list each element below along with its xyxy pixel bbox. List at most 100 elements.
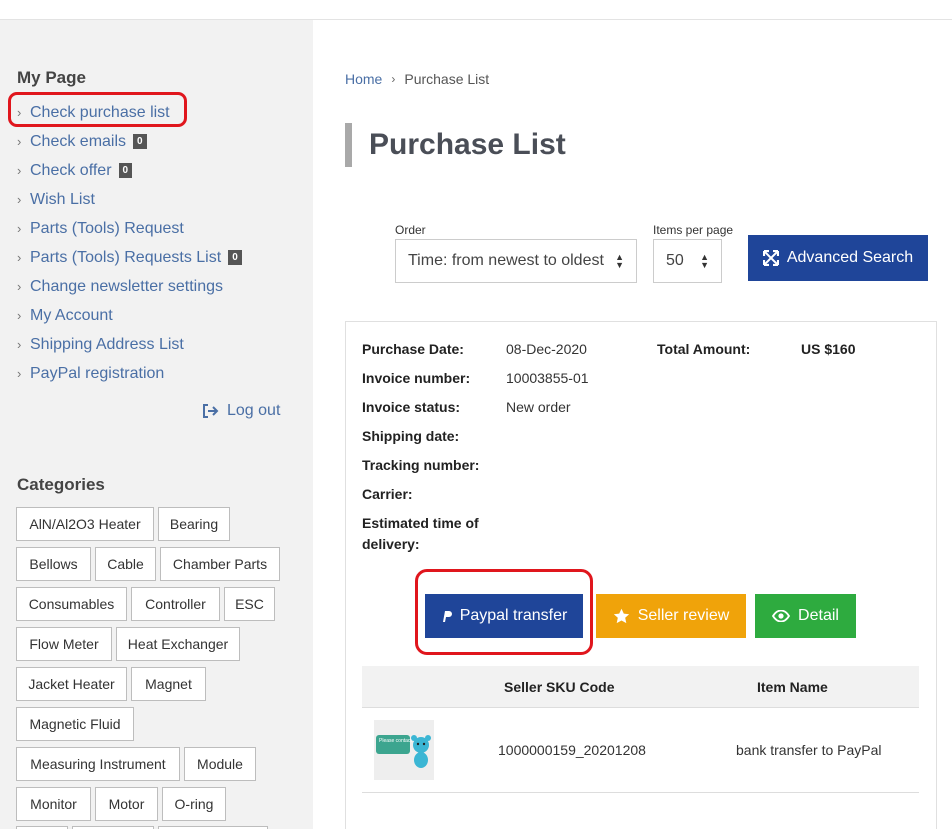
highlight-annotation bbox=[415, 569, 593, 655]
cell-seller-sku: 1000000159_20201208 bbox=[498, 742, 646, 758]
page-title: Purchase List bbox=[369, 128, 566, 161]
purchase-card: Purchase Date: 08-Dec-2020 Total Amount:… bbox=[345, 321, 937, 829]
expand-arrows-icon bbox=[762, 250, 779, 266]
purchase-date-label: Purchase Date: bbox=[362, 341, 464, 357]
menu-wish-list[interactable]: › Wish List bbox=[17, 185, 242, 214]
category-tag[interactable]: Flow Meter bbox=[16, 627, 112, 661]
chevron-right-icon: › bbox=[17, 134, 22, 149]
category-tag[interactable]: Module bbox=[184, 747, 256, 781]
category-tag[interactable]: Magnetic Fluid bbox=[16, 707, 134, 741]
per-page-label: Items per page bbox=[653, 223, 734, 237]
invoice-status-label: Invoice status: bbox=[362, 399, 461, 415]
category-tag[interactable]: Consumables bbox=[16, 587, 127, 621]
menu-check-offer[interactable]: › Check offer 0 bbox=[17, 156, 242, 185]
detail-label: Detail bbox=[798, 607, 839, 624]
title-accent-bar bbox=[345, 123, 352, 167]
category-tag[interactable]: Cable bbox=[95, 547, 156, 581]
total-amount-value: US $160 bbox=[801, 341, 856, 357]
menu-label: Check offer bbox=[30, 161, 112, 179]
seller-review-button[interactable]: Seller review bbox=[596, 594, 746, 638]
category-tag[interactable]: Chamber Parts bbox=[160, 547, 280, 581]
detail-button[interactable]: Detail bbox=[755, 594, 856, 638]
count-badge: 0 bbox=[228, 250, 242, 265]
category-tag[interactable]: Controller bbox=[131, 587, 220, 621]
items-table-header: Seller SKU Code Item Name bbox=[362, 666, 919, 708]
logout-link[interactable]: Log out bbox=[202, 402, 280, 420]
chevron-right-icon: › bbox=[17, 221, 22, 236]
menu-parts-request[interactable]: › Parts (Tools) Request bbox=[17, 214, 242, 243]
count-badge: 0 bbox=[118, 163, 133, 178]
breadcrumb-home[interactable]: Home bbox=[345, 71, 382, 87]
advanced-search-label: Advanced Search bbox=[786, 249, 914, 266]
menu-my-account[interactable]: › My Account bbox=[17, 301, 242, 330]
category-tag[interactable]: Heat Exchanger bbox=[116, 627, 240, 661]
category-tag[interactable]: Motor bbox=[95, 787, 158, 821]
chevron-right-icon: › bbox=[17, 163, 22, 178]
eta-label-line2: delivery: bbox=[362, 536, 420, 552]
total-amount-label: Total Amount: bbox=[657, 341, 751, 357]
menu-label: Wish List bbox=[30, 190, 95, 208]
menu-paypal-registration[interactable]: › PayPal registration bbox=[17, 359, 242, 388]
mypage-title: My Page bbox=[17, 68, 86, 87]
order-select-value: Time: from newest to oldest bbox=[408, 252, 604, 269]
category-tag[interactable]: Magnet bbox=[131, 667, 206, 701]
eta-label-line1: Estimated time of bbox=[362, 515, 479, 531]
cell-item-name[interactable]: bank transfer to PayPal bbox=[736, 742, 882, 758]
menu-label: Parts (Tools) Requests List bbox=[30, 248, 222, 266]
chevron-right-icon: › bbox=[17, 308, 22, 323]
order-select[interactable]: Time: from newest to oldest ▲ ▼ bbox=[395, 239, 637, 283]
categories-title: Categories bbox=[17, 475, 105, 494]
carrier-label: Carrier: bbox=[362, 486, 413, 502]
category-tag[interactable]: O-ring bbox=[162, 787, 226, 821]
main-content: Home › Purchase List Purchase List Order… bbox=[313, 20, 952, 829]
seller-review-label: Seller review bbox=[637, 607, 730, 624]
menu-parts-requests-list[interactable]: › Parts (Tools) Requests List 0 bbox=[17, 243, 242, 272]
eye-icon bbox=[772, 610, 791, 622]
category-tag[interactable]: Measuring Instrument bbox=[16, 747, 180, 781]
menu-check-emails[interactable]: › Check emails 0 bbox=[17, 127, 242, 156]
breadcrumb-separator-icon: › bbox=[391, 72, 396, 86]
menu-label: Shipping Address List bbox=[30, 335, 184, 353]
per-page-value: 50 bbox=[666, 252, 684, 269]
menu-label: Parts (Tools) Request bbox=[30, 219, 184, 237]
category-tag[interactable]: ESC bbox=[224, 587, 275, 621]
invoice-number-label: Invoice number: bbox=[362, 370, 471, 386]
category-tag[interactable]: Jacket Heater bbox=[16, 667, 127, 701]
category-tag[interactable]: Bellows bbox=[16, 547, 91, 581]
sort-arrows-icon: ▲ ▼ bbox=[615, 252, 624, 270]
item-thumbnail[interactable]: Please contact seller bbox=[374, 720, 434, 780]
menu-label: My Account bbox=[30, 306, 113, 324]
breadcrumb-current: Purchase List bbox=[404, 71, 490, 87]
top-bar bbox=[0, 0, 952, 20]
highlight-annotation bbox=[8, 92, 187, 127]
chevron-right-icon: › bbox=[17, 250, 22, 265]
table-row: Please contact seller 1000000159_2020120… bbox=[362, 708, 919, 793]
category-tag[interactable]: AlN/Al2O3 Heater bbox=[16, 507, 154, 541]
invoice-status-value: New order bbox=[506, 399, 571, 415]
invoice-number-value: 10003855-01 bbox=[506, 370, 589, 386]
purchase-date-value: 08-Dec-2020 bbox=[506, 341, 587, 357]
menu-label: Check emails bbox=[30, 132, 127, 150]
star-icon bbox=[613, 608, 630, 624]
menu-label: Change newsletter settings bbox=[30, 277, 223, 295]
tracking-number-label: Tracking number: bbox=[362, 457, 480, 473]
sort-arrows-icon: ▲ ▼ bbox=[700, 252, 709, 270]
chevron-right-icon: › bbox=[17, 192, 22, 207]
chevron-right-icon: › bbox=[17, 366, 22, 381]
per-page-select[interactable]: 50 ▲ ▼ bbox=[653, 239, 722, 283]
logout-icon bbox=[202, 404, 219, 418]
advanced-search-button[interactable]: Advanced Search bbox=[748, 235, 928, 281]
shipping-date-label: Shipping date: bbox=[362, 428, 460, 444]
category-tag[interactable]: Monitor bbox=[16, 787, 91, 821]
breadcrumb: Home › Purchase List bbox=[345, 71, 489, 87]
menu-label: PayPal registration bbox=[30, 364, 165, 382]
menu-shipping-address-list[interactable]: › Shipping Address List bbox=[17, 330, 242, 359]
header-seller-sku: Seller SKU Code bbox=[504, 679, 615, 695]
sidebar: My Page › Check purchase list › Check emai… bbox=[0, 20, 313, 829]
category-tag[interactable]: Bearing bbox=[158, 507, 230, 541]
mypage-menu: › Check purchase list › Check emails 0 › Che… bbox=[17, 98, 242, 388]
chevron-right-icon: › bbox=[17, 337, 22, 352]
menu-newsletter-settings[interactable]: › Change newsletter settings bbox=[17, 272, 242, 301]
order-label: Order bbox=[395, 223, 426, 237]
logout-label: Log out bbox=[227, 402, 281, 419]
